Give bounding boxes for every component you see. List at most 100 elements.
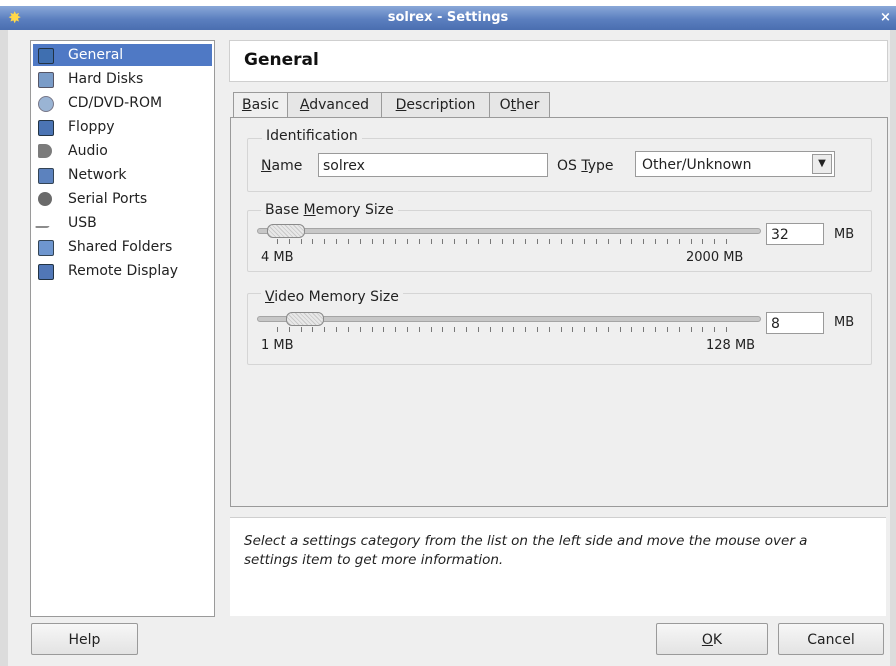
- sidebar-item-audio[interactable]: Audio: [33, 140, 212, 162]
- slider-tick: [383, 327, 384, 332]
- sidebar-item-serial-ports[interactable]: Serial Ports: [33, 188, 212, 210]
- slider-tick: [655, 327, 656, 332]
- slider-tick: [502, 239, 503, 244]
- os-type-label-text: ype: [587, 158, 614, 174]
- slider-tick: [407, 327, 408, 332]
- video-memory-min-label: 1 MB: [261, 338, 294, 353]
- settings-window: ✸ solrex - Settings × General Hard Disks…: [0, 0, 896, 666]
- base-memory-title-mnemonic: M: [303, 202, 316, 218]
- tab-basic[interactable]: Basic: [233, 92, 288, 120]
- page-title: General: [244, 50, 319, 70]
- slider-tick: [702, 327, 703, 332]
- sidebar-item-general[interactable]: General: [33, 44, 212, 66]
- title-bar[interactable]: ✸ solrex - Settings ×: [0, 6, 896, 30]
- floppy-icon: [38, 120, 54, 136]
- close-icon[interactable]: ×: [880, 9, 894, 27]
- help-button[interactable]: Help: [31, 623, 138, 655]
- slider-tick: [679, 327, 680, 332]
- slider-tick: [513, 239, 514, 244]
- slider-tick: [631, 327, 632, 332]
- slider-tick: [454, 327, 455, 332]
- slider-tick: [301, 239, 302, 244]
- slider-tick: [655, 239, 656, 244]
- video-memory-input[interactable]: 8: [766, 312, 824, 334]
- sidebar-item-hard-disks[interactable]: Hard Disks: [33, 68, 212, 90]
- slider-tick: [513, 327, 514, 332]
- video-memory-group-title: Video Memory Size: [261, 289, 403, 305]
- base-memory-input[interactable]: 32: [766, 223, 824, 245]
- slider-tick: [454, 239, 455, 244]
- ok-button[interactable]: OK: [656, 623, 768, 655]
- slider-tick: [596, 327, 597, 332]
- slider-tick: [549, 327, 550, 332]
- video-memory-slider-handle[interactable]: [286, 312, 324, 326]
- slider-tick: [431, 327, 432, 332]
- window-frame-left: [0, 30, 8, 666]
- slider-tick: [478, 239, 479, 244]
- sidebar-item-cd-dvd-rom[interactable]: CD/DVD-ROM: [33, 92, 212, 114]
- slider-tick: [691, 239, 692, 244]
- slider-tick: [537, 327, 538, 332]
- slider-tick: [277, 239, 278, 244]
- tab-basic-label: asic: [251, 97, 280, 113]
- slider-tick: [572, 327, 573, 332]
- slider-tick: [478, 327, 479, 332]
- slider-tick: [360, 239, 361, 244]
- slider-tick: [277, 327, 278, 332]
- slider-tick: [631, 239, 632, 244]
- name-input[interactable]: solrex: [318, 153, 548, 177]
- os-type-label: OS Type: [557, 158, 614, 174]
- video-memory-slider-ticks: [277, 327, 727, 333]
- window-title: solrex - Settings: [387, 10, 509, 25]
- slider-tick: [395, 327, 396, 332]
- slider-tick: [348, 239, 349, 244]
- os-type-label-prefix: OS: [557, 158, 582, 174]
- sidebar-item-usb[interactable]: USB: [33, 212, 212, 234]
- usb-icon: [34, 216, 56, 228]
- sidebar-item-network[interactable]: Network: [33, 164, 212, 186]
- cd-icon: [38, 96, 54, 112]
- serial-port-icon: [38, 192, 52, 206]
- video-memory-title-mnemonic: V: [265, 289, 275, 305]
- slider-tick: [620, 327, 621, 332]
- slider-tick: [667, 327, 668, 332]
- sidebar-item-shared-folders[interactable]: Shared Folders: [33, 236, 212, 258]
- cancel-button[interactable]: Cancel: [778, 623, 884, 655]
- slider-tick: [336, 327, 337, 332]
- name-label-mnemonic: N: [261, 158, 272, 174]
- slider-tick: [419, 327, 420, 332]
- slider-tick: [726, 327, 727, 332]
- base-memory-slider-handle[interactable]: [267, 224, 305, 238]
- speaker-icon: [38, 144, 52, 158]
- base-memory-slider-track[interactable]: [257, 228, 761, 234]
- slider-tick: [372, 239, 373, 244]
- slider-tick: [584, 327, 585, 332]
- slider-tick: [348, 327, 349, 332]
- base-memory-min-label: 4 MB: [261, 250, 294, 265]
- tab-advanced[interactable]: Advanced: [287, 92, 382, 117]
- remote-display-icon: [38, 264, 54, 280]
- slider-tick: [561, 239, 562, 244]
- name-label-text: ame: [271, 158, 303, 174]
- slider-tick: [584, 239, 585, 244]
- video-memory-max-label: 128 MB: [706, 338, 756, 353]
- tab-other[interactable]: Other: [489, 92, 550, 117]
- slider-tick: [596, 239, 597, 244]
- ok-button-label: K: [712, 632, 723, 648]
- os-type-select[interactable]: Other/Unknown ▼: [635, 151, 835, 177]
- slider-tick: [608, 239, 609, 244]
- slider-tick: [691, 327, 692, 332]
- slider-tick: [442, 327, 443, 332]
- sidebar-item-remote-display[interactable]: Remote Display: [33, 260, 212, 282]
- slider-tick: [549, 239, 550, 244]
- chevron-down-icon[interactable]: ▼: [812, 154, 832, 174]
- sidebar-item-floppy[interactable]: Floppy: [33, 116, 212, 138]
- slider-tick: [490, 327, 491, 332]
- tab-description[interactable]: Description: [381, 92, 490, 117]
- help-info-panel: Select a settings category from the list…: [230, 517, 886, 616]
- slider-tick: [360, 327, 361, 332]
- video-memory-slider-track[interactable]: [257, 316, 761, 322]
- slider-tick: [643, 327, 644, 332]
- tab-advanced-mnemonic: A: [299, 97, 310, 113]
- slider-tick: [442, 239, 443, 244]
